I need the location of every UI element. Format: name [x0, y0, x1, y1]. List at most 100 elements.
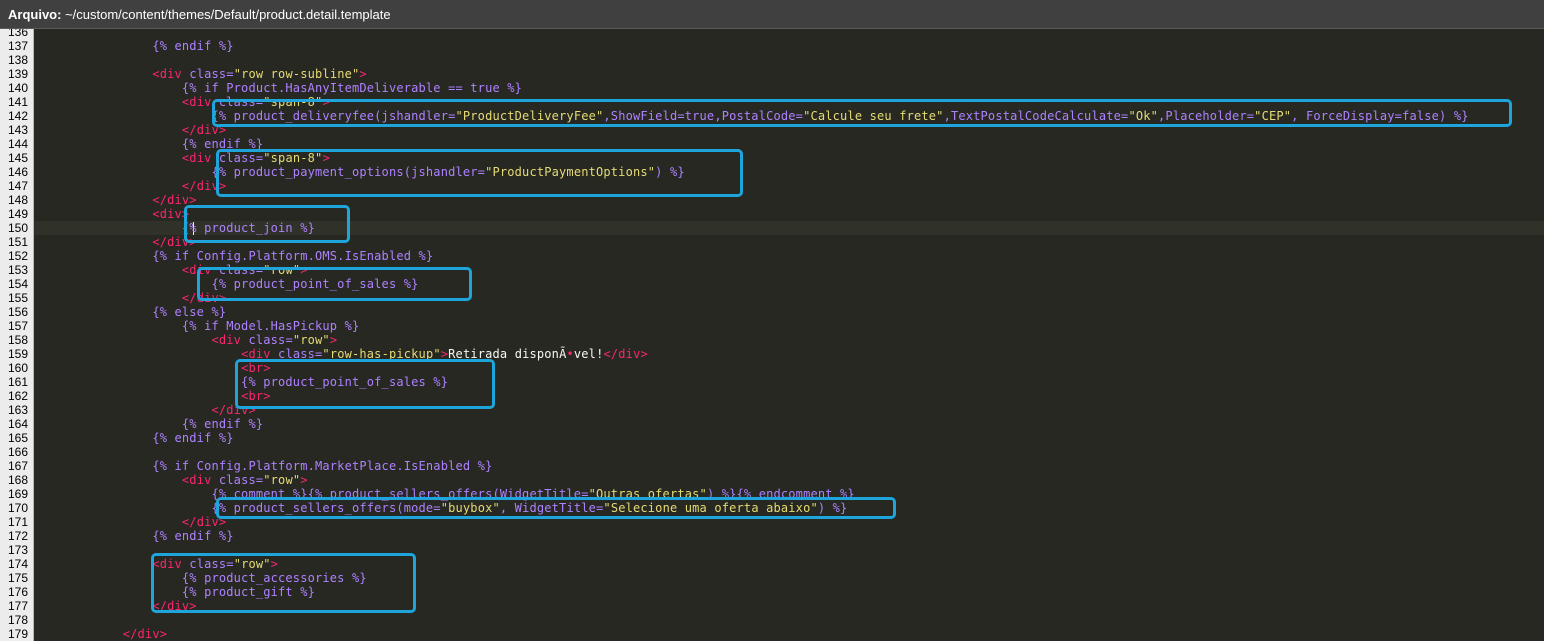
code-line[interactable]: {% product_sellers_offers(mode="buybox",… — [34, 501, 847, 515]
code-token: ,ShowField=true,PostalCode= — [603, 109, 804, 123]
code-line[interactable]: {% product_point_of_sales %} — [34, 277, 419, 291]
code-token: <div — [241, 347, 279, 361]
code-token: </div> — [152, 599, 197, 613]
code-line[interactable]: </div> — [34, 627, 167, 641]
code-token: {% if Product.HasAnyItemDeliverable == t… — [34, 81, 523, 95]
code-line[interactable]: {% endif %} — [34, 529, 234, 543]
code-line[interactable]: {% if Config.Platform.OMS.IsEnabled %} — [34, 249, 433, 263]
code-token: {% if Config.Platform.OMS.IsEnabled %} — [34, 249, 434, 263]
code-token: </div> — [603, 347, 648, 361]
line-number: 142 — [7, 109, 28, 123]
code-line[interactable]: <div class="row-has-pickup">Retirada dis… — [34, 347, 648, 361]
code-token: class= — [218, 263, 264, 277]
code-token: "ProductDeliveryFee" — [455, 109, 604, 123]
code-line[interactable]: {% endif %} — [34, 417, 263, 431]
code-line[interactable]: {% product_deliveryfee(jshandler="Produc… — [34, 109, 1469, 123]
code-line[interactable]: </div> — [34, 123, 226, 137]
code-token: <div> — [152, 207, 190, 221]
code-token: "row" — [233, 557, 271, 571]
code-line[interactable]: <br> — [34, 361, 271, 375]
code-line[interactable]: {% else %} — [34, 305, 226, 319]
code-token: </div> — [211, 403, 256, 417]
code-line[interactable]: {% comment %}{% product_sellers_offers(W… — [34, 487, 855, 501]
code-line[interactable]: <br> — [34, 389, 271, 403]
code-token: </div> — [181, 123, 227, 137]
code-token: "span-8" — [263, 151, 323, 165]
code-line[interactable]: <div class="span-8"> — [34, 151, 330, 165]
code-line[interactable]: {% endif %} — [34, 39, 234, 53]
code-token: {% endif %} — [34, 39, 234, 53]
code-line[interactable]: {% endif %} — [34, 431, 234, 445]
line-number: 166 — [7, 445, 28, 459]
line-number: 145 — [7, 151, 28, 165]
code-line[interactable]: </div> — [34, 291, 226, 305]
code-token: </div> — [152, 193, 197, 207]
code-line[interactable]: <div class="row"> — [34, 557, 278, 571]
code-line[interactable]: {% product_gift %} — [34, 585, 315, 599]
code-line[interactable]: {% if Product.HasAnyItemDeliverable == t… — [34, 81, 522, 95]
code-token: </div> — [181, 515, 227, 529]
code-token: "Ok" — [1128, 109, 1159, 123]
code-token: > — [322, 151, 330, 165]
code-token: {% product_gift %} — [34, 585, 315, 599]
code-line[interactable]: </div> — [34, 179, 226, 193]
code-token: "Outras ofertas" — [588, 487, 707, 501]
code-line[interactable]: <div class="row row-subline"> — [34, 67, 367, 81]
code-token: <div — [181, 263, 219, 277]
code-token: , ForceDisplay=false) %} — [1291, 109, 1469, 123]
code-editor[interactable]: {% endif %} <div class="row row-subline"… — [34, 29, 1544, 641]
code-line[interactable]: {% product_join %} — [34, 221, 315, 235]
code-token: {% product_sellers_offers(mode= — [34, 501, 441, 515]
code-token: "ProductPaymentOptions" — [485, 165, 656, 179]
code-line[interactable]: </div> — [34, 193, 197, 207]
line-number: 175 — [7, 571, 28, 585]
code-line[interactable]: {% if Config.Platform.MarketPlace.IsEnab… — [34, 459, 492, 473]
line-number: 173 — [7, 543, 28, 557]
code-line[interactable]: <div> — [34, 207, 189, 221]
line-number: 163 — [7, 403, 28, 417]
code-token: <br> — [241, 361, 271, 375]
code-token: <div — [152, 557, 190, 571]
code-token: </div> — [122, 627, 168, 641]
code-token: class= — [218, 473, 264, 487]
code-line[interactable]: {% if Model.HasPickup %} — [34, 319, 359, 333]
line-number: 174 — [7, 557, 28, 571]
code-line[interactable]: {% product_point_of_sales %} — [34, 375, 448, 389]
code-token: {% product_join %} — [34, 221, 315, 235]
line-number: 165 — [7, 431, 28, 445]
code-token: {% product_payment_options(jshandler= — [34, 165, 486, 179]
code-token: <div — [181, 473, 219, 487]
code-token: </div> — [181, 291, 227, 305]
code-line[interactable]: {% endif %} — [34, 137, 263, 151]
code-line[interactable]: {% product_accessories %} — [34, 571, 367, 585]
code-token: {% product_point_of_sales %} — [34, 277, 419, 291]
code-token: class= — [278, 347, 323, 361]
code-line[interactable]: <div class="row"> — [34, 263, 308, 277]
code-line[interactable]: </div> — [34, 599, 197, 613]
line-number: 172 — [7, 529, 28, 543]
code-token: , WidgetTitle= — [499, 501, 604, 515]
code-line[interactable]: </div> — [34, 235, 197, 249]
line-number: 158 — [7, 333, 28, 347]
line-number: 141 — [7, 95, 28, 109]
code-token: </div> — [181, 179, 227, 193]
code-line[interactable]: <div class="row"> — [34, 333, 337, 347]
line-number: 169 — [7, 487, 28, 501]
line-number: 154 — [7, 277, 28, 291]
code-line[interactable]: <div class="row"> — [34, 473, 308, 487]
code-token: > — [329, 333, 338, 347]
code-token: {% product_accessories %} — [34, 571, 367, 585]
code-line[interactable]: {% product_payment_options(jshandler="Pr… — [34, 165, 685, 179]
code-line[interactable]: <div class="span-8"> — [34, 95, 330, 109]
line-number: 164 — [7, 417, 28, 431]
code-line[interactable]: </div> — [34, 403, 256, 417]
code-token: > — [322, 95, 330, 109]
code-line[interactable]: </div> — [34, 515, 226, 529]
line-number: 170 — [7, 501, 28, 515]
